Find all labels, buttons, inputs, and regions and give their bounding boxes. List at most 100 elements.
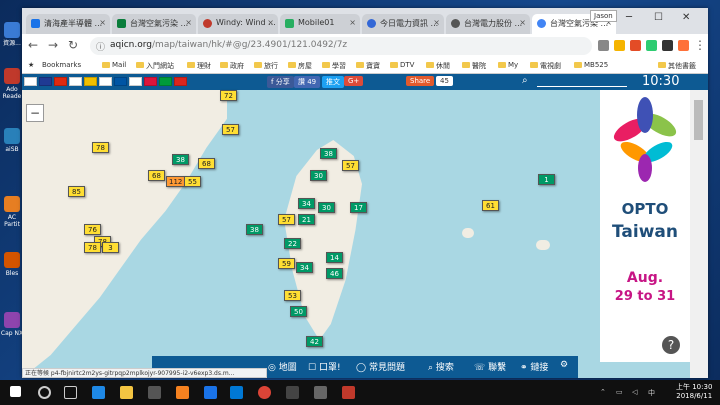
desktop-icon-capture[interactable]: Cap NX [0,312,24,337]
close-icon[interactable]: × [99,18,106,27]
bookmark-item[interactable]: 電視劇 [530,61,561,71]
tab-6[interactable]: 台灣電力股份 ... × [446,14,530,34]
tab-1[interactable]: 清海產半導體 ... × [26,14,110,34]
flag-icon[interactable] [159,77,172,86]
bookmark-star-icon[interactable] [614,40,625,51]
tab-2[interactable]: 台灣空氣污染 ... × [112,14,196,34]
flag-icon[interactable] [144,77,157,86]
tab-3[interactable]: Windy: Wind ... × [198,14,278,34]
aqi-marker[interactable]: 17 [350,202,367,213]
scroll-thumb[interactable] [694,100,703,140]
media-icon[interactable] [286,386,299,399]
aqi-marker[interactable]: 38 [320,148,337,159]
aqi-marker[interactable]: 78 [92,142,109,153]
dropbox-icon[interactable] [230,386,243,399]
flag-icon[interactable] [69,77,82,86]
close-icon[interactable]: × [519,18,526,27]
share-button[interactable]: Share [406,76,435,86]
bookmark-item[interactable]: Mail [102,61,126,69]
flag-icon[interactable] [24,77,37,86]
facebook-share-button[interactable]: f 分享 [267,76,294,88]
bookmark-item[interactable]: 學習 [322,61,346,71]
back-icon[interactable]: ← [28,38,38,52]
opto-taiwan-ad[interactable]: OPTO Taiwan Aug. 29 to 31 ? [600,90,690,362]
flag-icon[interactable] [99,77,112,86]
tweet-button[interactable]: 推文 [322,76,344,88]
task-view-icon[interactable] [64,386,77,399]
flag-icon[interactable] [54,77,67,86]
bookmark-item[interactable]: 理財 [187,61,211,71]
zoom-out-button[interactable]: − [26,104,44,122]
aqi-marker[interactable]: 46 [326,268,343,279]
bookmark-item[interactable]: DTV [390,61,414,69]
explorer-icon[interactable] [120,386,133,399]
settings-icon[interactable]: ⚙ [560,360,568,370]
minimize-icon[interactable]: ─ [626,12,632,23]
aqi-marker[interactable]: 59 [278,258,295,269]
bookmark-item[interactable]: My [498,61,518,69]
nav-mask[interactable]: ☐ 口罩! [308,360,341,373]
tray-chevron-icon[interactable]: ⌃ [600,388,606,396]
bookmark-item[interactable]: 旅行 [254,61,278,71]
flag-icon[interactable] [129,77,142,86]
extension-fire-icon[interactable] [678,40,689,51]
aqi-marker[interactable]: 68 [198,158,215,169]
menu-kebab-icon[interactable]: ⋮ [694,38,706,52]
nav-contact[interactable]: ☏ 聯繫 [474,360,506,373]
extension-icon[interactable] [630,40,641,51]
aqi-marker[interactable]: 30 [318,202,335,213]
flag-icon[interactable] [84,77,97,86]
flag-icon[interactable] [114,77,127,86]
store-icon[interactable] [148,386,161,399]
aqi-marker[interactable]: 30 [310,170,327,181]
network-icon[interactable]: ▭ [616,388,623,396]
bookmark-item[interactable]: 入門網站 [136,61,174,71]
aqi-marker[interactable]: 1 [538,174,555,185]
bookmark-item[interactable]: 休閒 [426,61,450,71]
aqi-marker[interactable]: 72 [220,90,237,101]
aqi-marker[interactable]: 50 [290,306,307,317]
bookmark-item[interactable]: MB525 [574,61,608,69]
address-bar[interactable]: ⓘ aqicn.org/map/taiwan/hk/#@g/23.4901/12… [90,37,592,55]
outlook-icon[interactable] [176,386,189,399]
flag-icon[interactable] [39,77,52,86]
aqi-marker[interactable]: 55 [184,176,201,187]
aqi-marker[interactable]: 112 [166,176,186,187]
aqi-marker[interactable]: 22 [284,238,301,249]
facebook-like-button[interactable]: 讚 49 [294,76,321,88]
tab-5[interactable]: 今日電力資訊 ... × [362,14,444,34]
aqi-marker[interactable]: 78 [84,242,101,253]
aqi-marker[interactable]: 14 [326,252,343,263]
aqi-marker[interactable]: 57 [222,124,239,135]
aqi-marker[interactable]: 68 [148,170,165,181]
app-icon[interactable] [342,386,355,399]
app-icon[interactable] [314,386,327,399]
tab-4[interactable]: Mobile01 × [280,14,360,34]
taskbar-clock[interactable]: 上午 10:30 2018/6/11 [676,383,712,401]
bookmark-item[interactable]: 醫院 [462,61,486,71]
close-icon[interactable]: × [433,18,440,27]
aqi-marker[interactable]: 38 [246,224,263,235]
bookmark-item[interactable]: Bookmarks [42,61,81,69]
aqi-marker[interactable]: 85 [68,186,85,197]
app-icon[interactable] [204,386,217,399]
edge-icon[interactable] [92,386,105,399]
volume-icon[interactable]: ◁ [632,388,637,396]
aqi-marker[interactable]: 34 [298,198,315,209]
flag-icon[interactable] [174,77,187,86]
search-icon[interactable]: ⌕ [522,75,528,86]
bookmark-item[interactable]: 房屋 [288,61,312,71]
nav-faq[interactable]: ◯ 常見問題 [356,360,405,373]
aqi-marker[interactable]: 38 [172,154,189,165]
translate-icon[interactable] [598,40,609,51]
chrome-icon[interactable] [258,386,271,399]
desktop-icon-adobe[interactable]: Ado Reade [0,68,24,100]
aqi-marker[interactable]: 76 [84,224,101,235]
nav-map[interactable]: ◎ 地圖 [268,360,297,373]
page-scrollbar[interactable] [690,90,708,378]
aqi-marker[interactable]: 42 [306,336,323,347]
bookmark-item[interactable]: 政府 [220,61,244,71]
keyboard-icon[interactable]: 中 [648,388,655,398]
extension-check-icon[interactable] [646,40,657,51]
reload-icon[interactable]: ↻ [68,38,78,52]
